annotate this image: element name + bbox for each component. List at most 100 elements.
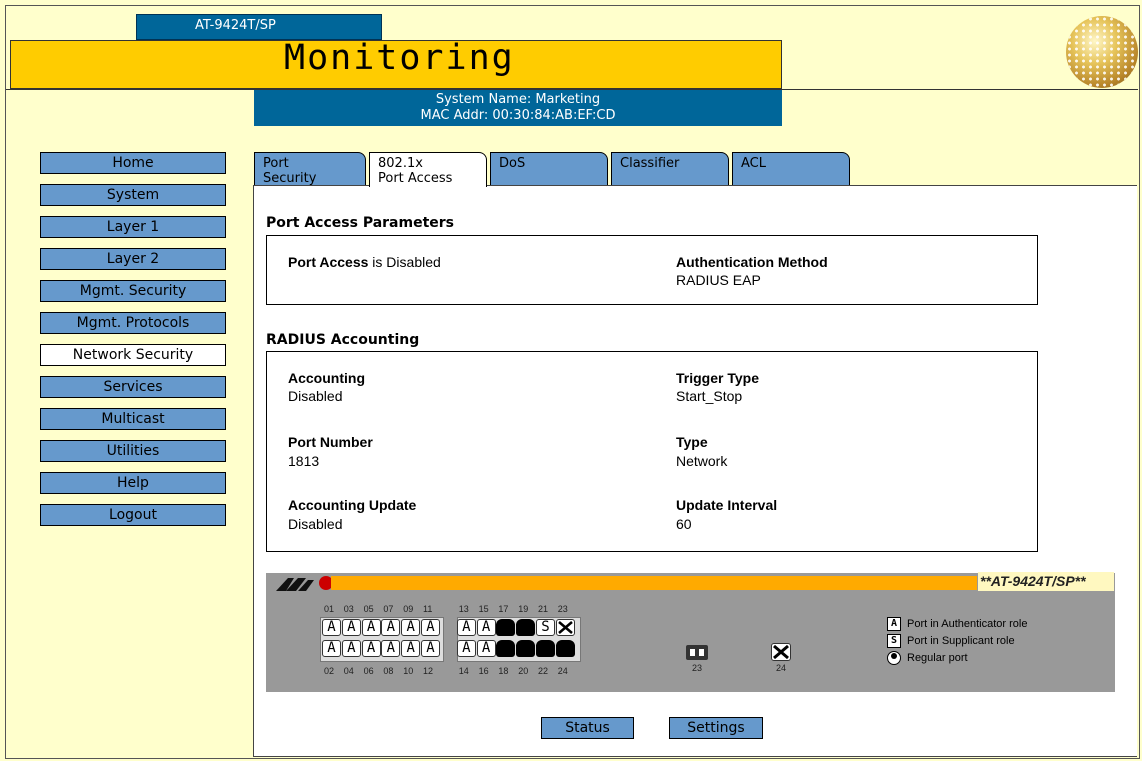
nav-network-security-button[interactable]: Network Security	[40, 344, 226, 366]
trigger-type-label: Trigger Type	[676, 370, 759, 386]
port-number-label: 01	[324, 604, 335, 614]
port-number-label: 16	[478, 666, 489, 676]
page-title: Monitoring	[284, 38, 515, 78]
port-number-label: 04	[343, 666, 354, 676]
port-number-label: 12	[423, 666, 434, 676]
port-number-label: 02	[324, 666, 335, 676]
tab-classifier[interactable]: Classifier	[611, 152, 729, 186]
port-01[interactable]: A	[322, 619, 341, 636]
tab-port-security[interactable]: Port Security	[254, 152, 366, 186]
radius-box	[266, 351, 1038, 552]
port-09[interactable]: A	[401, 619, 421, 636]
nav-services-button[interactable]: Services	[40, 376, 226, 398]
tab-dos[interactable]: DoS	[490, 152, 608, 186]
model-tab: AT-9424T/SP	[136, 14, 382, 40]
tab-label-line2: Security	[263, 171, 317, 186]
port-number-label: 15	[478, 604, 489, 614]
accounting-update-label: Accounting Update	[288, 497, 417, 513]
legend-text: Port in Supplicant role	[907, 634, 1015, 647]
switch-status-bar	[331, 576, 977, 590]
nav-mgmt-security-button[interactable]: Mgmt. Security	[40, 280, 226, 302]
port-number-label: 19	[518, 604, 529, 614]
port-access-box	[266, 235, 1038, 305]
port-number-label: Port Number	[288, 434, 373, 450]
port-number-label: 10	[403, 666, 414, 676]
port-18[interactable]	[496, 640, 516, 657]
port-number-label: 20	[518, 666, 529, 676]
nav-help-button[interactable]: Help	[40, 472, 226, 494]
sfp-label: 24	[776, 663, 787, 673]
auth-method-value: RADIUS EAP	[676, 272, 761, 288]
nav-system-button[interactable]: System	[40, 184, 226, 206]
port-19[interactable]	[516, 619, 536, 636]
legend-regular: Regular port	[887, 651, 968, 665]
port-10[interactable]: A	[401, 640, 421, 657]
nav-mgmt-protocols-button[interactable]: Mgmt. Protocols	[40, 312, 226, 334]
port-number-label: 03	[343, 604, 354, 614]
type-label: Type	[676, 434, 708, 450]
port-number-label: 07	[383, 604, 394, 614]
tab-label-line2: DoS	[499, 156, 526, 171]
switch-model-label: **AT-9424T/SP**	[978, 572, 1114, 591]
globe-logo-icon	[1066, 16, 1138, 88]
port-13[interactable]: A	[456, 619, 476, 636]
sidebar-nav: Home System Layer 1 Layer 2 Mgmt. Securi…	[40, 152, 226, 536]
port-sfp-24[interactable]	[771, 643, 791, 661]
port-14[interactable]: A	[456, 640, 476, 657]
supplicant-icon: S	[887, 634, 901, 648]
nav-layer1-button[interactable]: Layer 1	[40, 216, 226, 238]
allied-telesis-logo-icon	[276, 576, 332, 591]
port-04[interactable]: A	[341, 640, 361, 657]
port-number-label: 08	[383, 666, 394, 676]
port-number-label: 17	[498, 604, 509, 614]
settings-button[interactable]: Settings	[669, 717, 763, 739]
tab-acl[interactable]: ACL	[732, 152, 850, 186]
port-24[interactable]	[555, 640, 575, 657]
port-16[interactable]: A	[476, 640, 496, 657]
port-access-status-text: is Disabled	[368, 254, 441, 270]
regular-port-icon	[887, 651, 901, 665]
tab-label-line2: Port Access	[378, 171, 453, 186]
mac-address: MAC Addr: 00:30:84:AB:EF:CD	[420, 108, 616, 123]
accounting-value: Disabled	[288, 388, 343, 404]
port-number-value: 1813	[288, 453, 320, 469]
port-17[interactable]	[496, 619, 516, 636]
port-11[interactable]: A	[421, 619, 440, 636]
type-value: Network	[676, 453, 728, 469]
port-number-label: 22	[538, 666, 549, 676]
nav-logout-button[interactable]: Logout	[40, 504, 226, 526]
update-interval-label: Update Interval	[676, 497, 778, 513]
nav-multicast-button[interactable]: Multicast	[40, 408, 226, 430]
tab-label-line2: Classifier	[620, 156, 680, 171]
port-08[interactable]: A	[381, 640, 401, 657]
nav-home-button[interactable]: Home	[40, 152, 226, 174]
nav-utilities-button[interactable]: Utilities	[40, 440, 226, 462]
system-name: System Name: Marketing	[435, 92, 601, 107]
sfp-label: 23	[692, 663, 703, 673]
legend-authenticator: A Port in Authenticator role	[887, 617, 1027, 631]
port-03[interactable]: A	[341, 619, 361, 636]
port-sfp-23[interactable]	[686, 645, 708, 660]
port-21[interactable]: S	[536, 619, 555, 636]
port-07[interactable]: A	[381, 619, 401, 636]
port-20[interactable]	[516, 640, 536, 657]
port-02[interactable]: A	[322, 640, 341, 657]
port-number-label: 09	[403, 604, 414, 614]
port-12[interactable]: A	[421, 640, 440, 657]
legend-supplicant: S Port in Supplicant role	[887, 634, 1015, 648]
port-05[interactable]: A	[361, 619, 381, 636]
system-info: System Name: Marketing MAC Addr: 00:30:8…	[254, 90, 782, 126]
port-access-label: Port Access	[288, 254, 369, 270]
status-button[interactable]: Status	[541, 717, 634, 739]
port-access-status: Port Access is Disabled	[288, 254, 441, 270]
port-22[interactable]	[536, 640, 555, 657]
auth-method-label: Authentication Method	[676, 254, 828, 270]
port-15[interactable]: A	[476, 619, 496, 636]
tab-port-access[interactable]: 802.1x Port Access	[369, 152, 487, 187]
port-number-label: 13	[458, 604, 469, 614]
port-06[interactable]: A	[361, 640, 381, 657]
trigger-type-value: Start_Stop	[676, 388, 743, 404]
nav-layer2-button[interactable]: Layer 2	[40, 248, 226, 270]
port-number-label: 05	[363, 604, 374, 614]
port-23[interactable]	[555, 619, 575, 636]
